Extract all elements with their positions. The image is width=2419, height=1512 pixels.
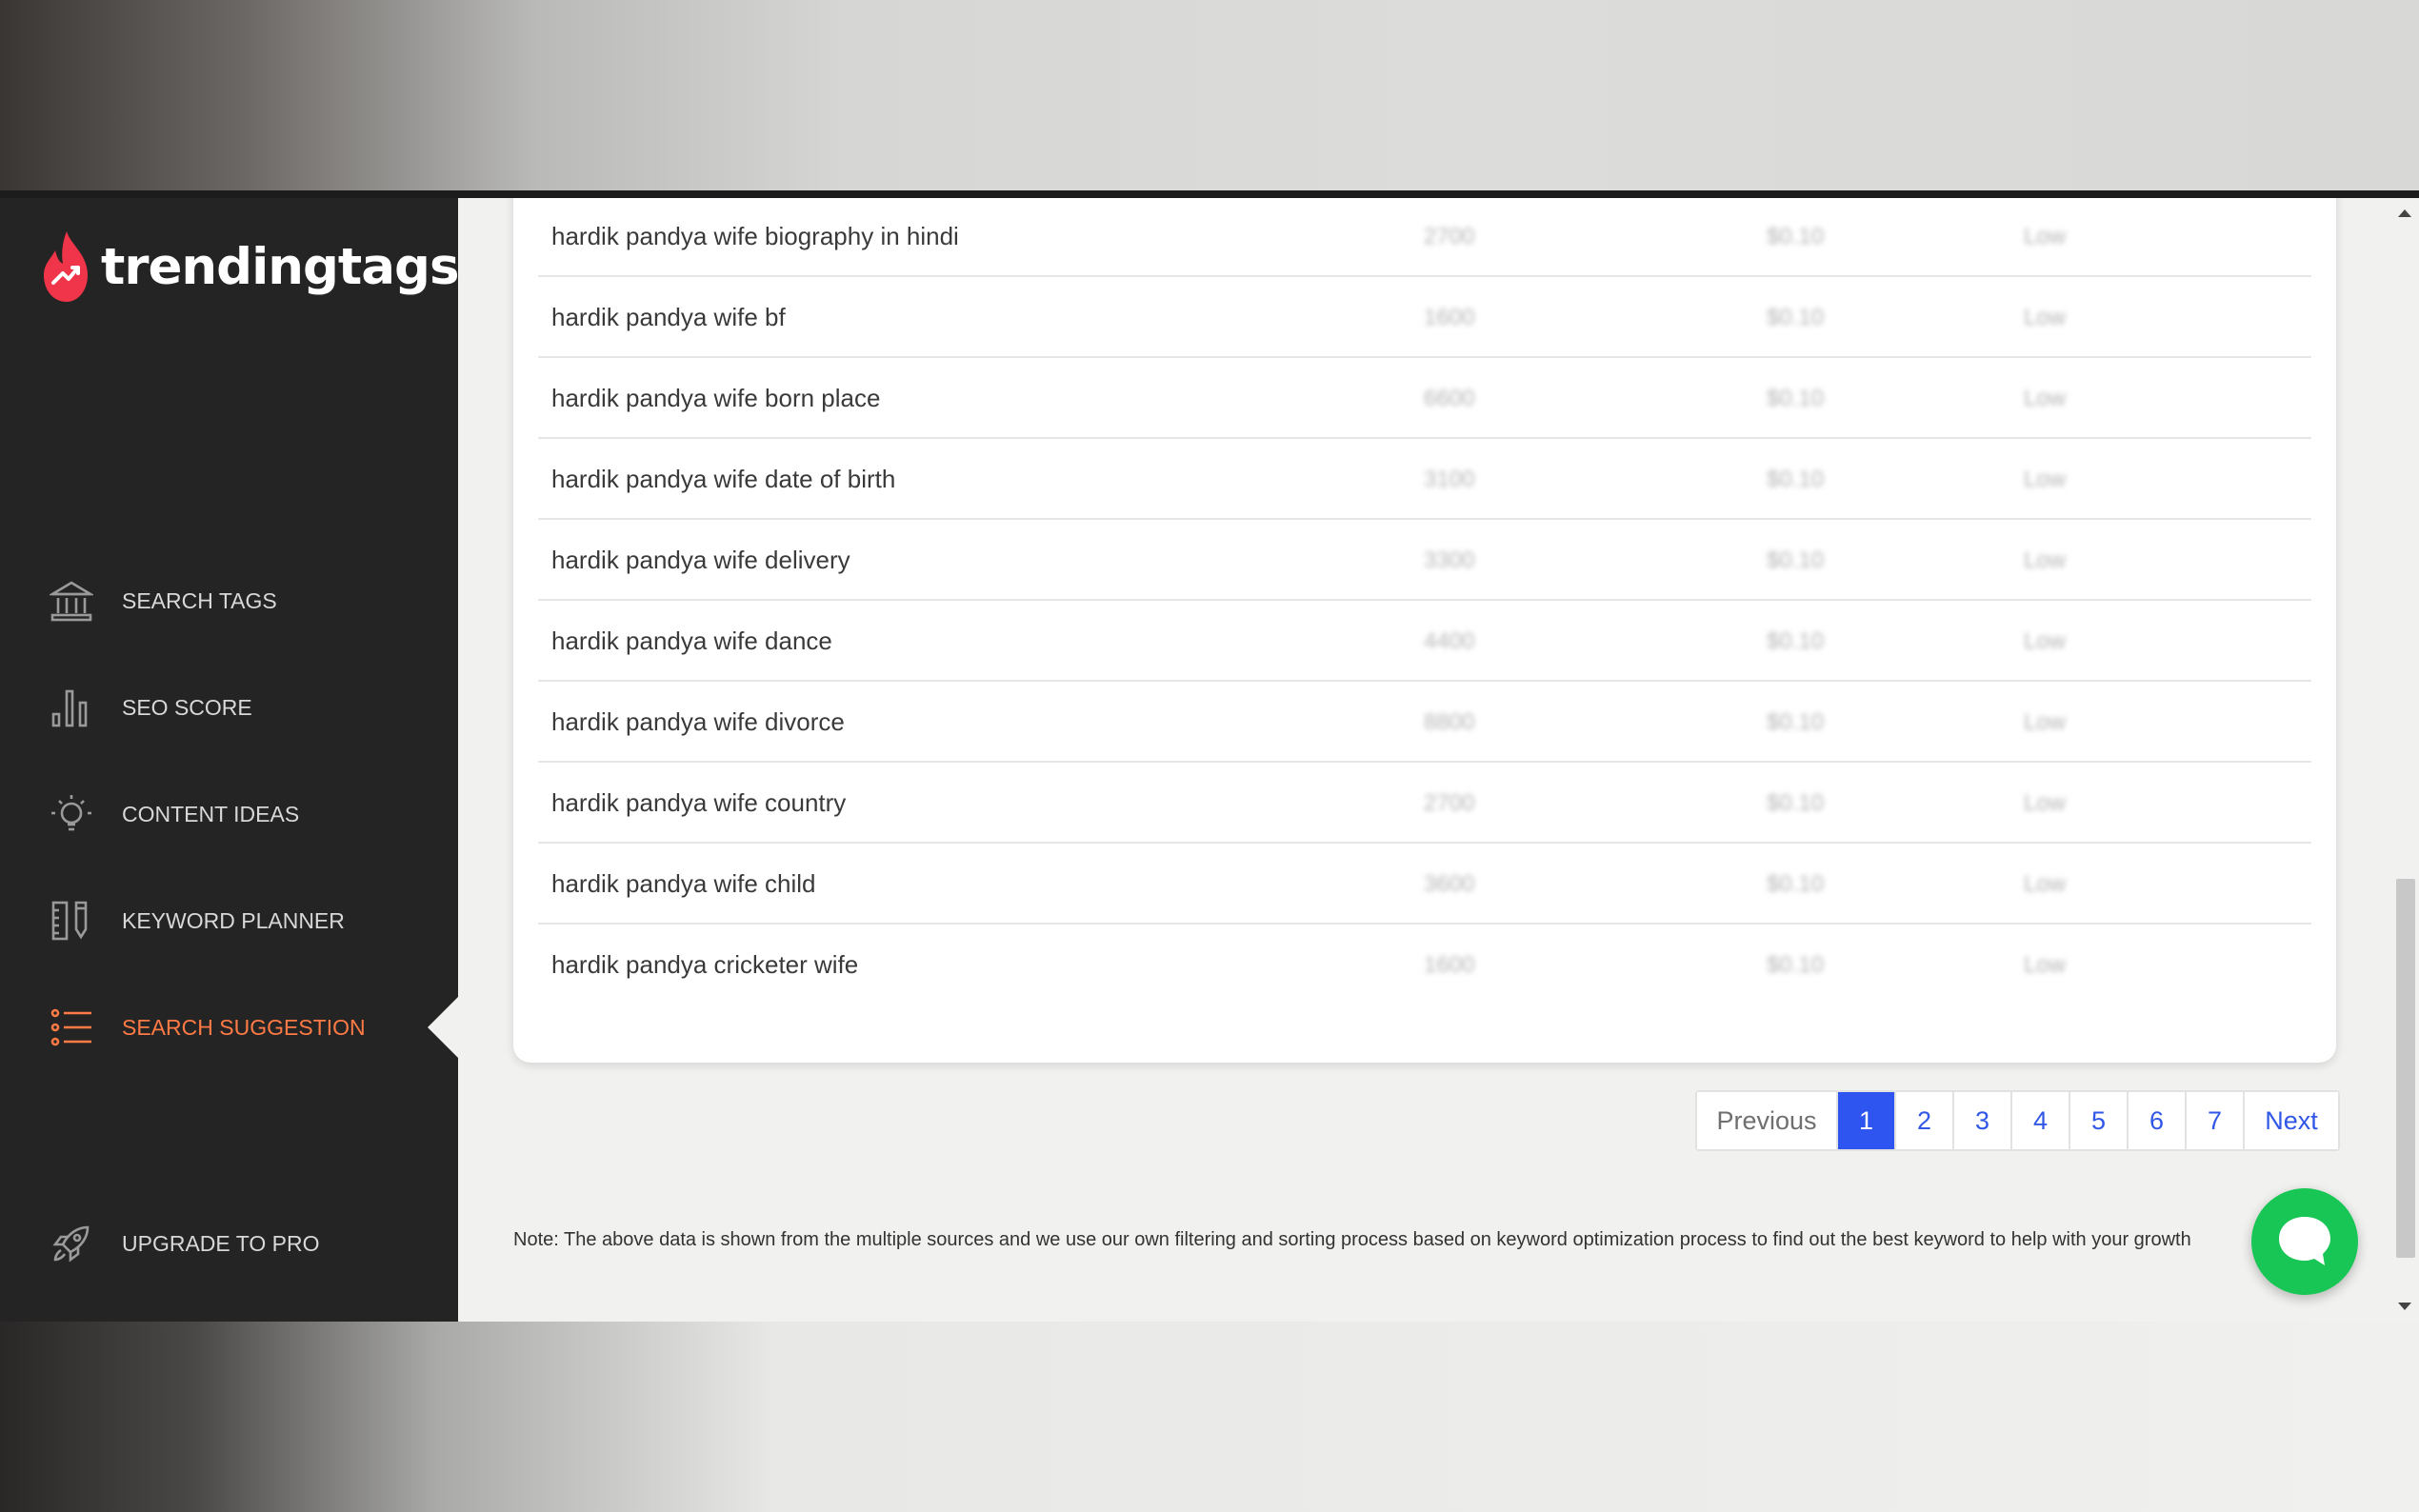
cpc-cell: $0.10 (1767, 709, 1825, 735)
lightbulb-icon (48, 790, 95, 838)
volume-cell: 3100 (1424, 467, 1475, 492)
sidebar-item-label: SEO SCORE (122, 694, 252, 720)
chat-button[interactable] (2251, 1188, 2358, 1295)
chat-bubble-icon (2279, 1217, 2330, 1265)
volume-cell: 6600 (1424, 386, 1475, 411)
keyword-cell: hardik pandya wife biography in hindi (551, 222, 959, 250)
volume-cell: 2700 (1424, 224, 1475, 249)
ruler-pencil-icon (48, 897, 95, 945)
sidebar-item-content-ideas[interactable]: CONTENT IDEAS (0, 776, 458, 852)
page-button-3[interactable]: 3 (1954, 1092, 2012, 1149)
table-row[interactable]: hardik pandya cricketer wife 1600 $0.10 … (538, 925, 2311, 1005)
volume-cell: 8800 (1424, 709, 1475, 735)
scroll-thumb[interactable] (2396, 879, 2415, 1258)
bank-icon (48, 577, 95, 625)
page-scrollbar[interactable] (2392, 198, 2419, 1322)
page-button-1[interactable]: 1 (1838, 1092, 1896, 1149)
table-row[interactable]: hardik pandya wife dance 4400 $0.10 Low (538, 601, 2311, 682)
competition-cell: Low (2024, 952, 2067, 978)
table-row[interactable]: hardik pandya wife date of birth 3100 $0… (538, 439, 2311, 520)
flame-logo-icon (44, 231, 88, 302)
competition-cell: Low (2024, 628, 2067, 654)
keyword-cell: hardik pandya wife date of birth (551, 465, 896, 493)
cpc-cell: $0.10 (1767, 628, 1825, 654)
scroll-up-arrow-icon[interactable] (2398, 209, 2411, 217)
competition-cell: Low (2024, 386, 2067, 411)
volume-cell: 3600 (1424, 871, 1475, 897)
cpc-cell: $0.10 (1767, 952, 1825, 978)
sidebar-item-search-suggestion[interactable]: SEARCH SUGGESTION (0, 989, 458, 1065)
logo[interactable]: trendingtags (40, 229, 460, 305)
volume-cell: 4400 (1424, 628, 1475, 654)
sidebar-item-search-tags[interactable]: SEARCH TAGS (0, 563, 458, 639)
cpc-cell: $0.10 (1767, 467, 1825, 492)
cpc-cell: $0.10 (1767, 547, 1825, 573)
data-source-note: Note: The above data is shown from the m… (513, 1229, 2191, 1250)
competition-cell: Low (2024, 305, 2067, 330)
competition-cell: Low (2024, 871, 2067, 897)
cpc-cell: $0.10 (1767, 871, 1825, 897)
bar-chart-icon (48, 684, 95, 731)
table-row[interactable]: hardik pandya wife country 2700 $0.10 Lo… (538, 763, 2311, 844)
table-row[interactable]: hardik pandya wife biography in hindi 27… (538, 198, 2311, 277)
sidebar-item-seo-score[interactable]: SEO SCORE (0, 669, 458, 746)
page-button-6[interactable]: 6 (2129, 1092, 2187, 1149)
keyword-cell: hardik pandya wife child (551, 869, 816, 898)
table-row[interactable]: hardik pandya wife delivery 3300 $0.10 L… (538, 520, 2311, 601)
page-button-5[interactable]: 5 (2070, 1092, 2129, 1149)
page-button-7[interactable]: 7 (2187, 1092, 2245, 1149)
sidebar-item-label: SEARCH SUGGESTION (122, 1014, 366, 1040)
rocket-icon (48, 1220, 95, 1267)
competition-cell: Low (2024, 547, 2067, 573)
cpc-cell: $0.10 (1767, 224, 1825, 249)
table-row[interactable]: hardik pandya wife divorce 8800 $0.10 Lo… (538, 682, 2311, 763)
keyword-cell: hardik pandya wife bf (551, 303, 786, 331)
suggestions-table-card: hardik pandya wife biography in hindi 27… (513, 198, 2336, 1063)
pagination: Previous 1 2 3 4 5 6 7 Next (1695, 1090, 2340, 1151)
backdrop-bottom (0, 1322, 2419, 1512)
sidebar-item-label: KEYWORD PLANNER (122, 907, 345, 933)
active-indicator (428, 997, 458, 1058)
cpc-cell: $0.10 (1767, 790, 1825, 816)
cpc-cell: $0.10 (1767, 386, 1825, 411)
competition-cell: Low (2024, 224, 2067, 249)
competition-cell: Low (2024, 709, 2067, 735)
next-page-button[interactable]: Next (2245, 1092, 2338, 1149)
previous-page-button[interactable]: Previous (1697, 1092, 1838, 1149)
sidebar-item-keyword-planner[interactable]: KEYWORD PLANNER (0, 883, 458, 959)
competition-cell: Low (2024, 467, 2067, 492)
keyword-cell: hardik pandya cricketer wife (551, 950, 859, 979)
table-row[interactable]: hardik pandya wife child 3600 $0.10 Low (538, 844, 2311, 925)
keyword-cell: hardik pandya wife born place (551, 384, 881, 412)
competition-cell: Low (2024, 790, 2067, 816)
scroll-down-arrow-icon[interactable] (2398, 1303, 2411, 1310)
table-row[interactable]: hardik pandya wife born place 6600 $0.10… (538, 358, 2311, 439)
keyword-cell: hardik pandya wife country (551, 788, 847, 817)
sidebar: trendingtags SEARCH TAGS SEO SCORE CONTE… (0, 198, 460, 1322)
brand-name: trendingtags (101, 237, 460, 296)
volume-cell: 2700 (1424, 790, 1475, 816)
list-icon (48, 1004, 95, 1051)
screen: trendingtags SEARCH TAGS SEO SCORE CONTE… (0, 190, 2419, 1322)
volume-cell: 3300 (1424, 547, 1475, 573)
keyword-cell: hardik pandya wife delivery (551, 546, 850, 574)
volume-cell: 1600 (1424, 305, 1475, 330)
upgrade-label: UPGRADE TO PRO (122, 1230, 320, 1256)
volume-cell: 1600 (1424, 952, 1475, 978)
sidebar-item-upgrade-to-pro[interactable]: UPGRADE TO PRO (0, 1205, 458, 1282)
sidebar-item-label: SEARCH TAGS (122, 587, 277, 613)
backdrop-top (0, 0, 2419, 190)
keyword-cell: hardik pandya wife dance (551, 627, 832, 655)
sidebar-item-label: CONTENT IDEAS (122, 801, 300, 826)
keyword-cell: hardik pandya wife divorce (551, 707, 845, 736)
cpc-cell: $0.10 (1767, 305, 1825, 330)
page-button-2[interactable]: 2 (1896, 1092, 1954, 1149)
page-button-4[interactable]: 4 (2012, 1092, 2070, 1149)
main-content: hardik pandya wife biography in hindi 27… (458, 198, 2392, 1322)
table-row[interactable]: hardik pandya wife bf 1600 $0.10 Low (538, 277, 2311, 358)
